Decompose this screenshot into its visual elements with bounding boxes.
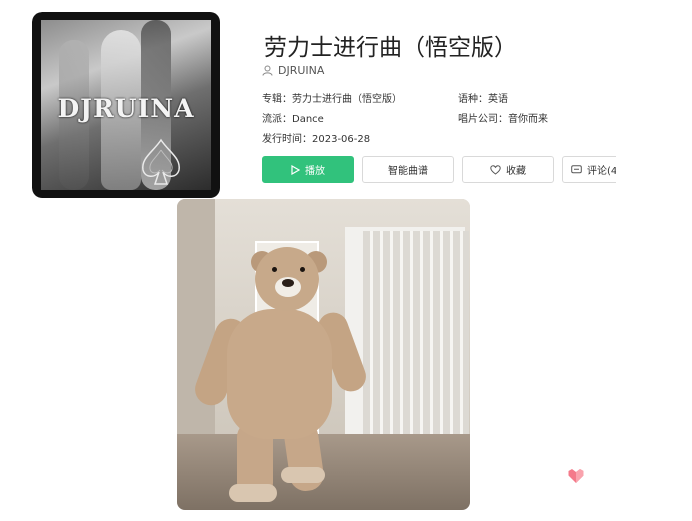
song-info: 劳力士进行曲（悟空版） DJRUINA 专辑：劳力士进行曲（悟空版） 语种：英语… [260, 12, 616, 198]
record-label-meta: 唱片公司：音你而来 [458, 110, 548, 125]
bear-costume-photo [177, 199, 470, 510]
play-label: 播放 [305, 166, 325, 177]
artist-row[interactable]: DJRUINA [262, 64, 324, 77]
comment-label: 评论(4 [587, 166, 616, 177]
spade-emblem-icon [142, 138, 180, 185]
record-label-value: 音你而来 [508, 114, 548, 125]
song-title: 劳力士进行曲（悟空版） [264, 35, 517, 61]
genre-value[interactable]: Dance [292, 114, 324, 125]
action-buttons: 播放 智能曲谱 收藏 评论(4 [262, 156, 616, 183]
bear-body [227, 309, 332, 439]
album-label: 专辑： [262, 94, 292, 105]
heart-logo-icon [568, 469, 584, 483]
language-label: 语种： [458, 94, 488, 105]
release-label: 发行时间： [262, 134, 312, 145]
language-meta: 语种：英语 [458, 90, 508, 105]
cover-art: DJRUINA [41, 20, 211, 190]
favorite-button[interactable]: 收藏 [462, 156, 554, 183]
smart-mix-button[interactable]: 智能曲谱 [362, 156, 454, 183]
genre-label: 流派： [262, 114, 292, 125]
comment-button[interactable]: 评论(4 [562, 156, 616, 183]
artist-name[interactable]: DJRUINA [278, 64, 324, 77]
release-date: 2023-06-28 [312, 134, 371, 145]
language-value: 英语 [488, 94, 508, 105]
record-label-label: 唱片公司： [458, 114, 508, 125]
favorite-label: 收藏 [506, 166, 526, 177]
vertical-blinds [363, 231, 469, 439]
album-cover[interactable]: DJRUINA [32, 12, 220, 198]
cover-logo-text: DJRUINA [57, 94, 195, 123]
song-card: DJRUINA 劳力士进行曲（悟空版） DJRUINA 专辑：劳力士进行曲（悟空… [32, 12, 616, 198]
user-icon [262, 65, 273, 76]
heart-icon [490, 164, 501, 175]
comment-icon [571, 164, 582, 173]
album-value[interactable]: 劳力士进行曲（悟空版） [292, 94, 402, 105]
play-icon [291, 164, 300, 175]
genre-meta: 流派：Dance [262, 110, 324, 125]
release-meta: 发行时间：2023-06-28 [262, 130, 370, 145]
album-meta: 专辑：劳力士进行曲（悟空版） [262, 90, 402, 105]
smart-mix-label: 智能曲谱 [388, 166, 428, 177]
play-button[interactable]: 播放 [262, 156, 354, 183]
